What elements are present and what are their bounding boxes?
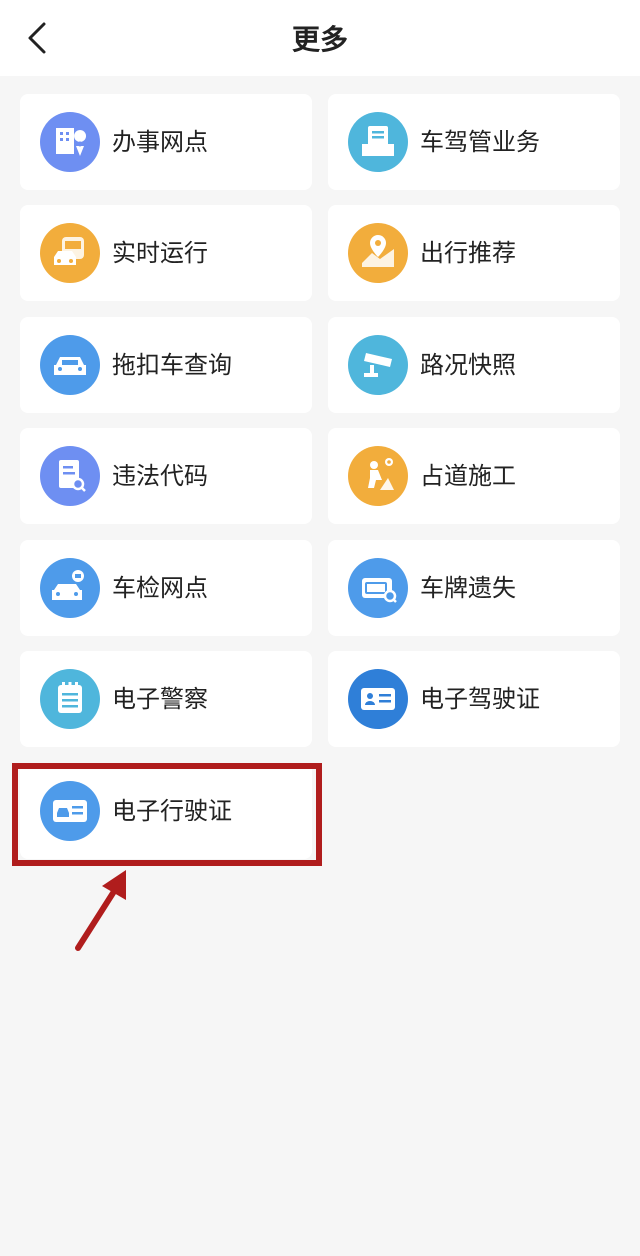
card-inspection-station[interactable]: 车检网点 — [20, 540, 312, 636]
car-icon — [40, 335, 100, 395]
card-label: 车驾管业务 — [420, 128, 540, 156]
construction-worker-icon — [348, 446, 408, 506]
card-road-snapshot[interactable]: 路况快照 — [328, 317, 620, 413]
card-label: 违法代码 — [112, 462, 208, 490]
card-label: 电子驾驶证 — [420, 685, 540, 713]
camera-icon — [348, 335, 408, 395]
document-tray-icon — [348, 112, 408, 172]
office-location-icon — [40, 112, 100, 172]
card-e-driver-license[interactable]: 电子驾驶证 — [328, 651, 620, 747]
map-pin-icon — [348, 223, 408, 283]
id-card-icon — [348, 669, 408, 729]
card-plate-lost[interactable]: 车牌遗失 — [328, 540, 620, 636]
card-realtime-operation[interactable]: 实时运行 — [20, 205, 312, 301]
card-label: 实时运行 — [112, 239, 208, 267]
vehicle-card-icon — [40, 781, 100, 841]
card-label: 电子行驶证 — [112, 797, 232, 825]
card-towed-car-query[interactable]: 拖扣车查询 — [20, 317, 312, 413]
card-label: 车牌遗失 — [420, 574, 516, 602]
card-label: 出行推荐 — [420, 239, 516, 267]
car-inspection-icon — [40, 558, 100, 618]
bus-car-icon — [40, 223, 100, 283]
card-label: 电子警察 — [112, 685, 208, 713]
arrow-annotation-icon — [75, 870, 126, 951]
card-label: 车检网点 — [112, 574, 208, 602]
card-label: 拖扣车查询 — [112, 351, 232, 379]
card-vehicle-driver-service[interactable]: 车驾管业务 — [328, 94, 620, 190]
license-plate-search-icon — [348, 558, 408, 618]
card-e-police[interactable]: 电子警察 — [20, 651, 312, 747]
header: 更多 — [0, 0, 640, 76]
notepad-icon — [40, 669, 100, 729]
page-title: 更多 — [291, 23, 348, 56]
card-travel-recommend[interactable]: 出行推荐 — [328, 205, 620, 301]
card-label: 占道施工 — [420, 462, 516, 490]
card-violation-code[interactable]: 违法代码 — [20, 428, 312, 524]
card-label: 路况快照 — [420, 351, 516, 379]
card-office-location[interactable]: 办事网点 — [20, 94, 312, 190]
card-e-vehicle-license[interactable]: 电子行驶证 — [20, 763, 312, 859]
card-road-construction[interactable]: 占道施工 — [328, 428, 620, 524]
document-search-icon — [40, 446, 100, 506]
card-label: 办事网点 — [112, 128, 208, 156]
